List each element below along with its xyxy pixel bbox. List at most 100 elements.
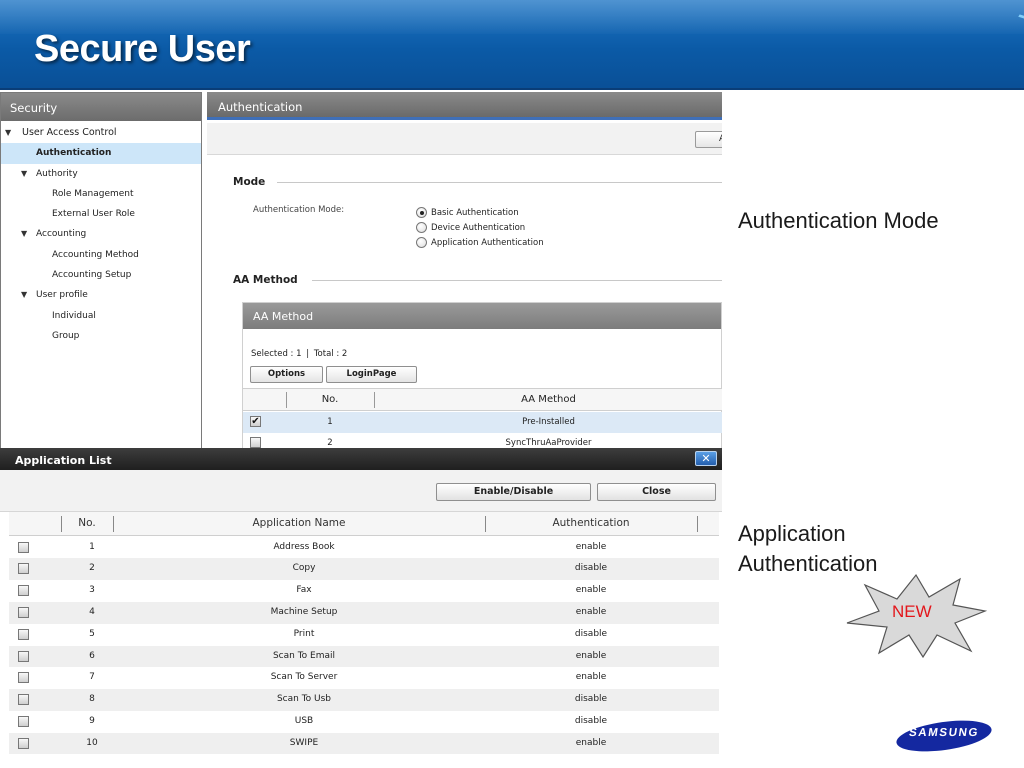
total-count: Total : 2 bbox=[313, 349, 348, 359]
row-authentication: enable bbox=[575, 606, 607, 617]
options-button[interactable]: Options bbox=[250, 366, 323, 383]
table-row[interactable]: 7 Scan To Server enable bbox=[9, 667, 719, 689]
sidebar-header: Security bbox=[1, 93, 201, 121]
tree-item-label: Accounting Method bbox=[52, 249, 139, 260]
close-button[interactable]: Close bbox=[597, 483, 716, 501]
new-badge-text: NEW bbox=[892, 602, 932, 621]
enable-disable-button[interactable]: Enable/Disable bbox=[436, 483, 591, 501]
table-row[interactable]: 9 USB disable bbox=[9, 711, 719, 733]
radio-unchecked-icon[interactable] bbox=[416, 222, 427, 233]
radio-device-authentication[interactable]: Device Authentication bbox=[416, 222, 525, 236]
column-header-application-name[interactable]: Application Name bbox=[113, 512, 485, 535]
table-row[interactable]: 10 SWIPE enable bbox=[9, 732, 719, 755]
row-authentication: enable bbox=[575, 672, 607, 683]
tree-item-accounting-method[interactable]: Accounting Method bbox=[1, 245, 201, 265]
tree-item-label: Individual bbox=[52, 310, 96, 321]
row-application-name: Scan To Server bbox=[270, 672, 338, 683]
authentication-mode-annotation: Authentication Mode bbox=[738, 208, 939, 233]
tree-item-authentication[interactable]: Authentication bbox=[1, 143, 201, 164]
dialog-toolbar: Enable/Disable Close bbox=[0, 470, 722, 512]
tree-item-user-profile[interactable]: ▼ User profile bbox=[1, 285, 201, 305]
table-row[interactable]: 8 Scan To Usb disable bbox=[9, 689, 719, 711]
table-row[interactable]: 1 Address Book enable bbox=[9, 537, 719, 559]
row-no: 1 bbox=[327, 417, 333, 427]
radio-checked-icon[interactable] bbox=[416, 207, 427, 218]
table-row[interactable]: 3 Fax enable bbox=[9, 580, 719, 602]
tree-item-label: Authority bbox=[36, 168, 78, 179]
tree-item-individual[interactable]: Individual bbox=[1, 306, 201, 326]
tree-item-label: Group bbox=[52, 330, 80, 341]
row-application-name: Machine Setup bbox=[270, 606, 338, 617]
tree-item-label: Accounting bbox=[36, 229, 87, 240]
selected-count: Selected : 1 bbox=[251, 349, 302, 359]
table-row[interactable]: 5 Print disable bbox=[9, 624, 719, 646]
column-header-aa-method[interactable]: AA Method bbox=[374, 389, 722, 410]
slide-title: Secure User bbox=[34, 28, 251, 70]
tree-item-accounting[interactable]: ▼ Accounting bbox=[1, 224, 201, 244]
mode-section-divider bbox=[277, 182, 722, 183]
tree-item-label: User profile bbox=[36, 290, 88, 301]
row-authentication: enable bbox=[575, 585, 607, 596]
expand-arrow-icon[interactable]: ▼ bbox=[21, 224, 27, 244]
tree-item-label: Accounting Setup bbox=[52, 270, 132, 281]
row-application-name: Copy bbox=[292, 563, 316, 574]
row-application-name: Fax bbox=[296, 585, 312, 596]
sidebar-tree: ▼ User Access Control Authentication ▼ A… bbox=[1, 121, 201, 346]
radio-application-authentication[interactable]: Application Authentication bbox=[416, 237, 544, 251]
row-application-name: USB bbox=[294, 715, 314, 726]
aa-method-box-header: AA Method bbox=[243, 303, 721, 329]
table-row[interactable]: ✔ 1 Pre-Installed bbox=[243, 412, 722, 433]
samsung-logo-text: SAMSUNG bbox=[908, 727, 980, 739]
header-divider bbox=[0, 88, 1024, 90]
checkbox-checked[interactable]: ✔ bbox=[250, 416, 261, 427]
aa-method-section-title: AA Method bbox=[233, 274, 298, 286]
tree-item-label: User Access Control bbox=[22, 127, 117, 138]
row-authentication: enable bbox=[575, 737, 607, 748]
dialog-title: Application List bbox=[0, 448, 722, 470]
tree-item-authority[interactable]: ▼ Authority bbox=[1, 164, 201, 184]
row-authentication: disable bbox=[574, 563, 608, 574]
expand-arrow-icon[interactable]: ▼ bbox=[5, 123, 11, 143]
radio-label: Application Authentication bbox=[431, 238, 544, 248]
aa-method-section-divider bbox=[312, 280, 722, 281]
table-row[interactable]: 4 Machine Setup enable bbox=[9, 601, 719, 624]
tree-item-user-access-control[interactable]: ▼ User Access Control bbox=[1, 123, 201, 143]
aa-method-table-header: No. AA Method bbox=[243, 388, 722, 411]
expand-arrow-icon[interactable]: ▼ bbox=[21, 164, 27, 184]
table-row[interactable]: 2 Copy disable bbox=[9, 558, 719, 581]
radio-unchecked-icon[interactable] bbox=[416, 237, 427, 248]
radio-basic-authentication[interactable]: Basic Authentication bbox=[416, 207, 519, 221]
radio-label: Device Authentication bbox=[431, 223, 526, 233]
row-application-name: SWIPE bbox=[289, 737, 319, 748]
application-list-dialog: Application List ✕ Enable/Disable Close … bbox=[0, 448, 722, 768]
tree-item-label: Authentication bbox=[36, 148, 112, 159]
close-icon[interactable]: ✕ bbox=[695, 451, 717, 466]
security-sidebar: Security ▼ User Access Control Authentic… bbox=[0, 92, 202, 452]
column-header-no[interactable]: No. bbox=[286, 389, 374, 410]
application-table-header: No. Application Name Authentication bbox=[9, 512, 719, 536]
tree-item-accounting-setup[interactable]: Accounting Setup bbox=[1, 265, 201, 285]
row-aa-method: Pre-Installed bbox=[522, 417, 575, 427]
tree-item-role-management[interactable]: Role Management bbox=[1, 184, 201, 204]
apply-button[interactable]: A bbox=[695, 131, 722, 148]
authentication-panel-header: Authentication bbox=[207, 92, 722, 120]
mode-section-title: Mode bbox=[233, 176, 266, 188]
expand-arrow-icon[interactable]: ▼ bbox=[21, 285, 27, 305]
row-authentication: disable bbox=[574, 694, 608, 705]
table-row[interactable]: 6 Scan To Email enable bbox=[9, 645, 719, 668]
column-header-authentication[interactable]: Authentication bbox=[485, 512, 697, 535]
tree-item-group[interactable]: Group bbox=[1, 326, 201, 346]
checkbox-unchecked[interactable] bbox=[250, 437, 261, 448]
slide-header: Secure User bbox=[0, 0, 1024, 90]
row-authentication: enable bbox=[575, 541, 607, 552]
tree-item-external-user-role[interactable]: External User Role bbox=[1, 204, 201, 224]
application-annotation-line1: Application bbox=[738, 521, 846, 546]
count-separator: | bbox=[306, 349, 310, 359]
row-authentication: disable bbox=[574, 715, 608, 726]
authentication-panel: Authentication A Mode Authentication Mod… bbox=[207, 92, 722, 452]
loginpage-button[interactable]: LoginPage bbox=[326, 366, 417, 383]
radio-label: Basic Authentication bbox=[431, 208, 519, 218]
row-application-name: Address Book bbox=[273, 541, 335, 552]
column-header-no[interactable]: No. bbox=[61, 512, 113, 535]
tree-item-label: External User Role bbox=[52, 209, 135, 220]
